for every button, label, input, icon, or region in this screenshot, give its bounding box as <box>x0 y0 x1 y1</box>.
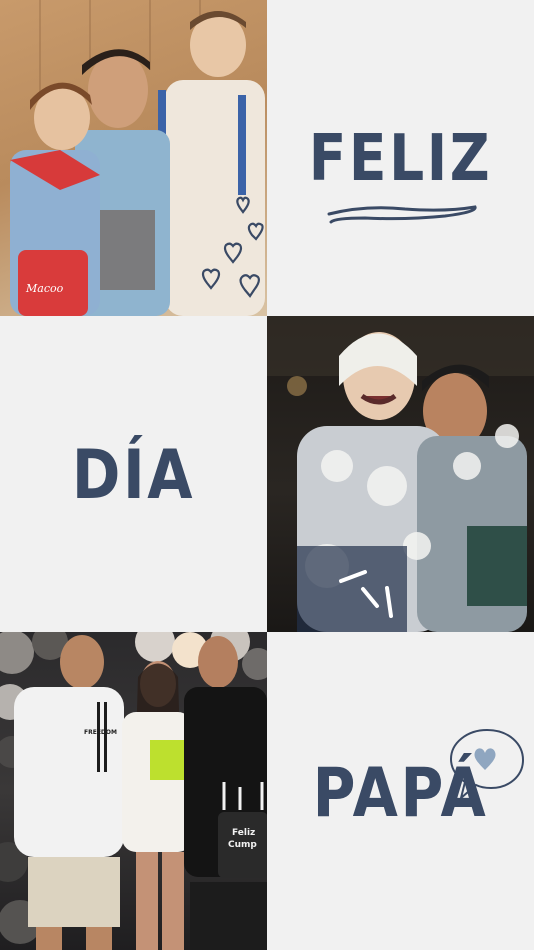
photo-cake-celebration <box>267 316 534 632</box>
photo-party-illustration: FREEDOM Feliz Cump <box>0 632 267 950</box>
photo-vintage-family: Macoo <box>0 0 267 316</box>
photo-celebration-illustration <box>267 316 534 632</box>
shirt-text: FREEDOM <box>84 729 117 736</box>
dia-panel: DÍA <box>0 316 267 632</box>
papa-panel: PAPÁ <box>267 632 534 950</box>
photo-vintage-illustration: Macoo <box>10 0 265 316</box>
feliz-panel: FELIZ <box>267 0 534 316</box>
bag-text: Macoo <box>25 282 64 295</box>
squiggle-underline-icon <box>327 205 477 224</box>
photo-party-group: FREEDOM Feliz Cump <box>0 632 267 950</box>
word-dia: DÍA <box>71 436 196 515</box>
word-feliz: FELIZ <box>308 122 493 196</box>
speech-bubble-heart-icon <box>449 728 525 801</box>
cake-text-line1: Feliz <box>232 828 255 838</box>
collage-grid: Macoo FELIZ DÍA FREEDOM Feliz Cump PAPÁ <box>0 0 534 950</box>
cake-text-line2: Cump <box>228 840 257 850</box>
